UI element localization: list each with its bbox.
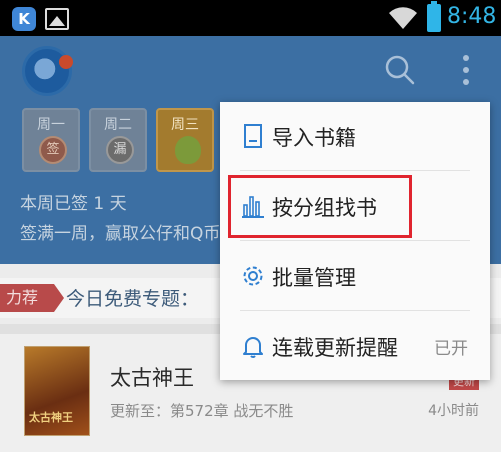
bell-icon [243, 337, 263, 358]
day-tuesday[interactable]: 周二 漏 [89, 108, 147, 172]
day-label: 周三 [171, 117, 199, 133]
book-title: 太古神王 [110, 366, 194, 390]
menu-item-import-books[interactable]: 导入书籍 [220, 102, 490, 170]
overflow-menu: 导入书籍 按分组找书 批量管理 连载更新提醒 已开 [220, 102, 490, 380]
gear-icon [243, 266, 263, 286]
reminder-state: 已开 [434, 339, 468, 359]
signed-seal-icon: 签 [39, 136, 67, 164]
menu-divider [240, 170, 470, 171]
highlight-box [228, 175, 412, 238]
book-cover: 太古神王 [24, 346, 90, 436]
menu-item-label: 连载更新提醒 [272, 336, 398, 360]
gallery-notification-icon [45, 8, 69, 30]
search-icon[interactable] [384, 54, 416, 86]
wifi-icon [389, 7, 417, 30]
missed-seal-icon: 漏 [106, 136, 134, 164]
cover-title: 太古神王 [29, 411, 73, 424]
menu-item-update-reminder[interactable]: 连载更新提醒 已开 [220, 312, 490, 380]
day-label: 周一 [37, 117, 65, 133]
day-monday[interactable]: 周一 签 [22, 108, 80, 172]
recommend-tag: 力荐 [0, 284, 64, 312]
day-wednesday[interactable]: 周三 [156, 108, 214, 172]
clock: 8:48 [447, 4, 497, 29]
free-topic-title: 今日免费专题： [66, 288, 200, 310]
app-logo [22, 46, 73, 96]
menu-divider [240, 240, 470, 241]
menu-item-label: 批量管理 [272, 266, 356, 290]
more-options-icon[interactable] [456, 54, 476, 88]
menu-item-label: 导入书籍 [272, 126, 356, 150]
day-label: 周二 [104, 117, 132, 133]
book-latest-chapter: 更新至：第572章 战无不胜 [110, 402, 294, 420]
battery-icon [427, 1, 441, 32]
menu-item-batch-manage[interactable]: 批量管理 [220, 242, 490, 310]
menu-divider [240, 310, 470, 311]
sprout-icon [175, 136, 201, 164]
import-book-icon [244, 124, 262, 148]
app-notification-icon: K [12, 7, 36, 31]
week-reward-desc: 签满一周，赢取公仔和Q币 [20, 224, 221, 244]
book-update-time: 4小时前 [428, 403, 479, 419]
status-bar: K 8:48 [0, 0, 501, 36]
week-signed-count: 本周已签 1 天 [20, 194, 127, 214]
